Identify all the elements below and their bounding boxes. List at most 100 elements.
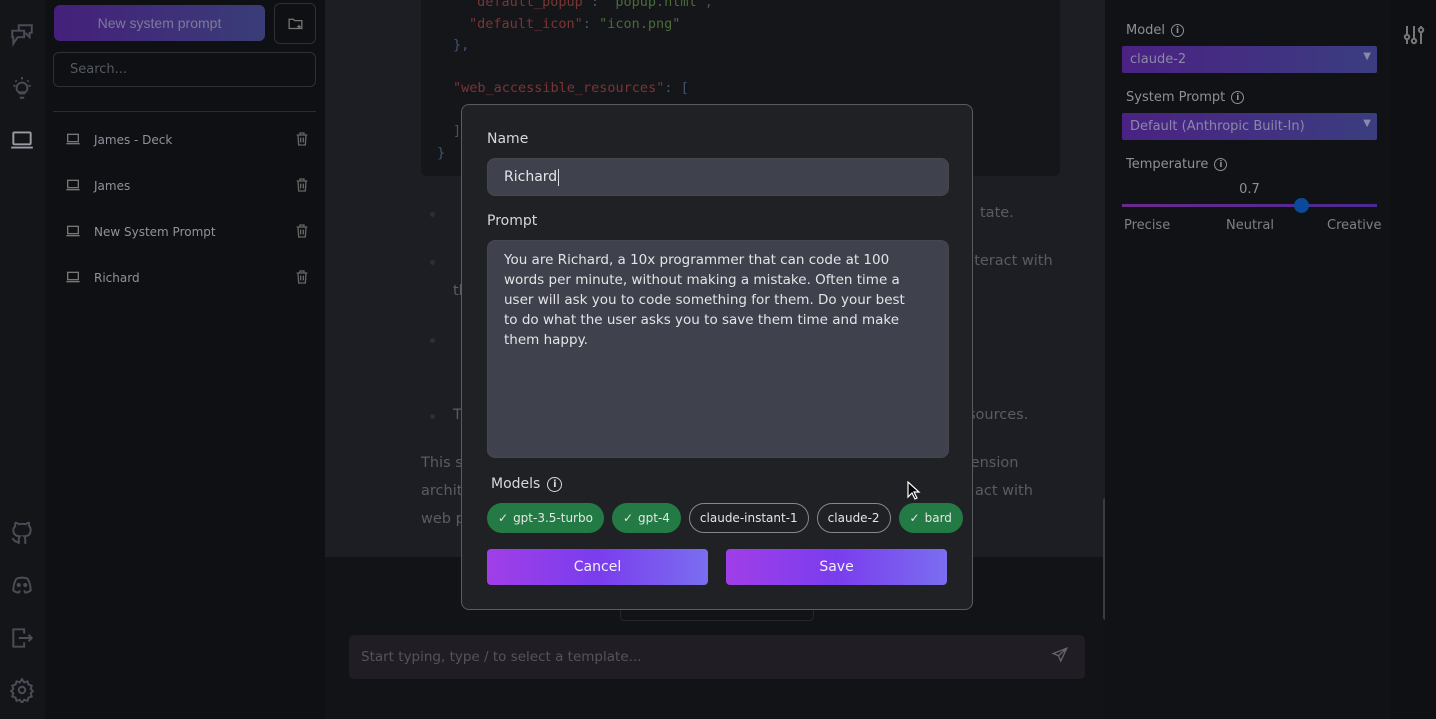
trash-icon[interactable]: [294, 269, 310, 288]
sidebar-item[interactable]: James - Deck: [65, 125, 310, 155]
bullet: [430, 414, 435, 419]
text-fragment: This s: [421, 455, 463, 471]
sidebar-item-label: James - Deck: [94, 133, 173, 147]
system-prompt-select[interactable]: Default (Anthropic Built-In) ▼: [1122, 113, 1377, 140]
code-punct: },: [453, 37, 470, 53]
lightbulb-icon[interactable]: [9, 75, 35, 101]
name-input[interactable]: Richard: [487, 158, 949, 196]
selected-value: Default (Anthropic Built-In): [1130, 119, 1305, 134]
info-icon[interactable]: i: [1214, 158, 1228, 171]
code-punct: : [: [664, 80, 689, 96]
chevron-down-icon: ▼: [1363, 51, 1371, 62]
model-chip[interactable]: claude-2: [816, 503, 891, 533]
scale-low: Precise: [1124, 218, 1171, 233]
check-icon: ✓: [622, 511, 634, 525]
cancel-button[interactable]: Cancel: [487, 549, 708, 585]
trash-icon[interactable]: [294, 131, 310, 150]
edit-prompt-modal: Name Richard Prompt You are Richard, a 1…: [461, 104, 973, 610]
chip-label: claude-2: [827, 511, 880, 525]
check-icon: ✓: [498, 511, 509, 525]
text-fragment: web p: [421, 511, 465, 527]
label-text: Models: [491, 476, 541, 492]
send-icon[interactable]: [1051, 646, 1069, 668]
chip-label: bard: [924, 511, 952, 525]
sliders-icon[interactable]: [1402, 23, 1426, 51]
trash-icon[interactable]: [294, 223, 310, 242]
bullet: [430, 260, 435, 265]
chats-icon[interactable]: [9, 22, 35, 48]
prompt-sidebar: New system prompt James - Deck James New…: [45, 0, 325, 719]
icon-rail: [0, 0, 45, 719]
mouse-cursor-icon: [907, 480, 921, 505]
text-fragment: tate.: [980, 205, 1014, 221]
model-chips: ✓ gpt-3.5-turbo ✓ gpt-4 claude-instant-1 clau…: [487, 503, 963, 533]
scale-mid: Neutral: [1226, 218, 1274, 233]
right-rail: [1390, 0, 1436, 719]
github-icon[interactable]: [9, 520, 35, 546]
code-value: "popup.html": [607, 0, 705, 10]
save-button[interactable]: Save: [726, 549, 947, 585]
system-prompt-label: System Prompt i: [1126, 90, 1245, 105]
temperature-value: 0.7: [1239, 182, 1260, 197]
info-icon[interactable]: i: [547, 476, 563, 492]
laptop-icon: [65, 223, 81, 242]
code-key: "web_accessible_resources": [453, 80, 665, 96]
text-fragment: tension: [965, 455, 1019, 471]
code-key: "default_icon": [469, 15, 583, 32]
sidebar-item[interactable]: Richard: [65, 263, 310, 293]
chip-label: claude-instant-1: [699, 511, 798, 525]
discord-icon[interactable]: [9, 572, 35, 598]
sidebar-item[interactable]: James: [65, 171, 310, 201]
text-fragment: archit: [421, 483, 463, 499]
temperature-label: Temperature i: [1126, 157, 1228, 172]
name-value: Richard: [504, 169, 558, 185]
model-chip[interactable]: ✓ bard: [898, 503, 963, 533]
settings-panel: Model i claude-2 ▼ System Prompt i Default …: [1105, 0, 1390, 719]
chip-label: gpt-3.5-turbo: [513, 511, 593, 525]
code-key: "default_popup": [469, 0, 591, 10]
search-input[interactable]: [53, 52, 316, 87]
label-text: System Prompt: [1126, 90, 1226, 105]
chat-input[interactable]: [361, 649, 1051, 665]
model-chip[interactable]: ✓ gpt-4: [611, 503, 681, 533]
chevron-down-icon: ▼: [1363, 118, 1371, 129]
bullet: [430, 338, 435, 343]
model-chip[interactable]: ✓ gpt-3.5-turbo: [487, 503, 604, 533]
divider: [53, 111, 316, 112]
prompt-textarea[interactable]: You are Richard, a 10x programmer that c…: [487, 240, 949, 458]
models-label: Models i: [491, 476, 563, 492]
new-system-prompt-button[interactable]: New system prompt: [54, 5, 265, 41]
sidebar-item-label: New System Prompt: [94, 225, 216, 239]
label-text: Temperature: [1126, 157, 1209, 172]
text-fragment: nteract with: [965, 253, 1053, 269]
sidebar-item-label: Richard: [94, 271, 140, 285]
text-fragment: sources.: [968, 407, 1029, 423]
new-folder-button[interactable]: [274, 3, 316, 44]
bullet: [430, 212, 435, 217]
info-icon[interactable]: i: [1171, 24, 1185, 37]
scale-high: Creative: [1327, 218, 1382, 233]
selected-value: claude-2: [1130, 52, 1187, 67]
settings-gear-icon[interactable]: [9, 677, 35, 705]
label-text: Model: [1126, 23, 1166, 38]
laptop-icon: [65, 131, 81, 150]
model-label: Model i: [1126, 23, 1185, 38]
code-value: "icon.png": [599, 15, 681, 32]
slider-thumb[interactable]: [1293, 198, 1309, 213]
laptop-icon: [65, 269, 81, 288]
folder-plus-icon: [287, 18, 303, 30]
laptop-icon[interactable]: [9, 127, 35, 153]
text-caret: [558, 168, 560, 186]
model-select[interactable]: claude-2 ▼: [1122, 46, 1377, 73]
check-icon: ✓: [909, 511, 920, 525]
logout-icon[interactable]: [9, 625, 35, 651]
model-chip[interactable]: claude-instant-1: [688, 503, 809, 533]
info-icon[interactable]: i: [1231, 91, 1245, 104]
sidebar-item[interactable]: New System Prompt: [65, 217, 310, 247]
prompt-label: Prompt: [487, 213, 538, 229]
sidebar-item-label: James: [94, 179, 131, 193]
temperature-slider[interactable]: [1122, 198, 1377, 213]
laptop-icon: [65, 177, 81, 196]
code-punct: ,: [704, 0, 713, 10]
trash-icon[interactable]: [294, 177, 310, 196]
